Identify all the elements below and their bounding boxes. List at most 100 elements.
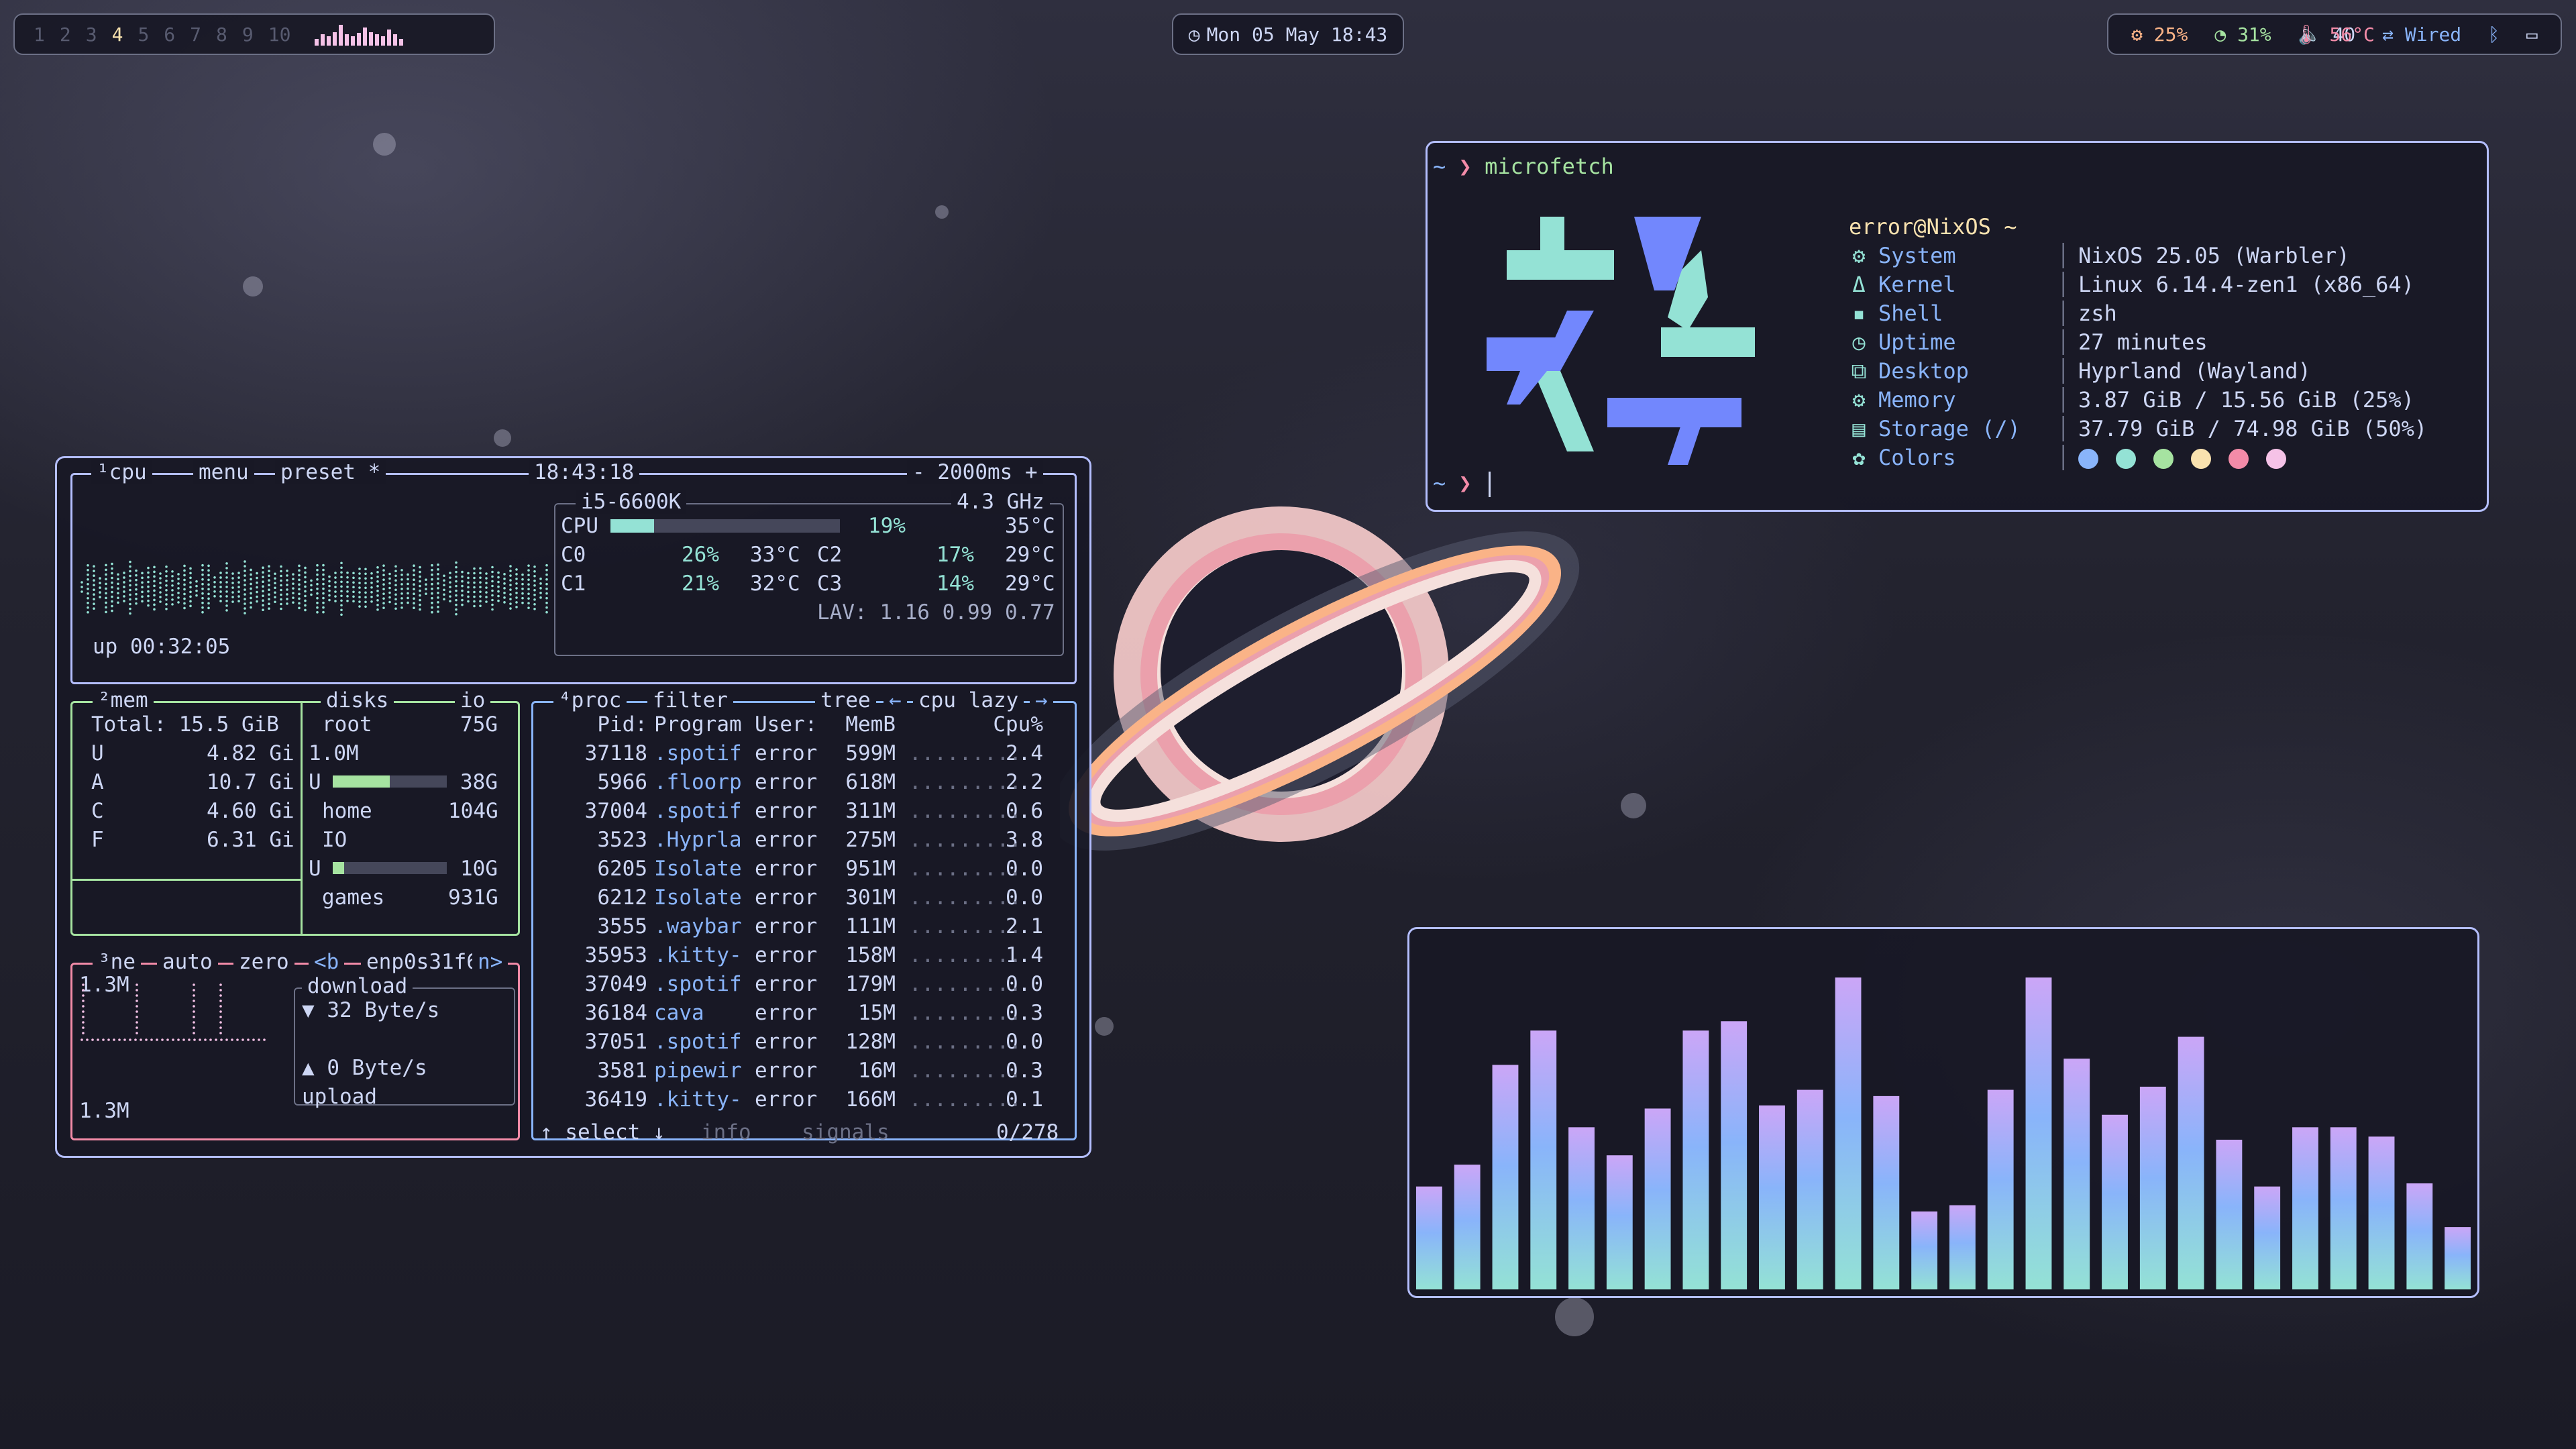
disk-name: home bbox=[322, 799, 372, 823]
cpu-graph-dot bbox=[129, 607, 131, 610]
cpu-graph-dot bbox=[189, 586, 192, 589]
menu-button[interactable]: menu bbox=[193, 460, 254, 484]
sort-next-icon[interactable]: → bbox=[1030, 688, 1053, 712]
cpu-graph-dot bbox=[250, 582, 252, 586]
cpu-graph-dot bbox=[171, 584, 174, 587]
clock-widget[interactable]: ◷ Mon 05 May 18:43 bbox=[1172, 13, 1404, 55]
cpu-graph-dot bbox=[189, 604, 192, 608]
cpu-graph-dot bbox=[153, 570, 156, 574]
cpu-graph-dot bbox=[449, 600, 451, 602]
next-interface-button[interactable]: n> bbox=[472, 950, 508, 974]
workspace-4[interactable]: 4 bbox=[112, 23, 123, 46]
cpu-graph-dot bbox=[129, 602, 131, 606]
signals-button[interactable]: signals bbox=[802, 1120, 890, 1144]
network-box-title[interactable]: ³ne bbox=[93, 950, 141, 974]
audio-visualizer[interactable] bbox=[1407, 927, 2479, 1298]
info-button[interactable]: info bbox=[701, 1120, 751, 1144]
memory-box-title[interactable]: ²mem bbox=[93, 688, 154, 712]
cpu-frequency: 4.3 GHz bbox=[951, 490, 1050, 514]
cpu-graph-dot bbox=[304, 594, 307, 598]
memory-widget[interactable]: ◔ 31% bbox=[2214, 23, 2271, 46]
workspace-5[interactable]: 5 bbox=[138, 23, 149, 46]
spark-bar bbox=[339, 25, 343, 46]
visualizer-bar bbox=[1759, 1105, 1785, 1290]
process-box-title[interactable]: ⁴proc bbox=[553, 688, 627, 712]
filter-button[interactable]: filter bbox=[647, 688, 733, 712]
cpu-graph-dot bbox=[304, 585, 307, 588]
cpu-graph-dot bbox=[497, 590, 500, 593]
info-row-desktop: ⧉ Desktop │ Hyprland (Wayland) bbox=[1849, 357, 2427, 386]
cpu-graph-dot bbox=[503, 582, 506, 585]
microfetch-terminal[interactable]: ~ ❯ microfetch error@NixOS ~ ⚙ System │ Nix… bbox=[1426, 141, 2489, 512]
tree-toggle[interactable]: tree bbox=[815, 688, 876, 712]
workspace-6[interactable]: 6 bbox=[164, 23, 175, 46]
process-cell: 275M bbox=[845, 828, 896, 852]
window-icon: ⧉ bbox=[1851, 358, 1867, 384]
workspace-7[interactable]: 7 bbox=[190, 23, 201, 46]
memory-row-key: A bbox=[91, 770, 104, 794]
cpu-graph-dot bbox=[250, 578, 252, 581]
cpu-graph-dot bbox=[479, 595, 482, 598]
workspaces-bar: 1 2 3 4 5 6 7 8 9 10 bbox=[13, 13, 495, 55]
cpu-graph-dot bbox=[479, 604, 482, 607]
network-widget[interactable]: ⇄ Wired bbox=[2382, 23, 2461, 46]
cpu-graph-dot bbox=[455, 566, 458, 569]
cpu-graph-dot bbox=[394, 565, 397, 568]
workspace-10[interactable]: 10 bbox=[268, 23, 291, 46]
bluetooth-icon[interactable]: ᛒ bbox=[2488, 23, 2500, 46]
cpu-graph-dot bbox=[394, 570, 397, 573]
cpu-graph-dot bbox=[394, 584, 397, 587]
palette-icon: ✿ bbox=[1852, 445, 1866, 470]
cpu-graph-dot bbox=[527, 583, 530, 586]
cpu-graph-dot bbox=[346, 576, 349, 579]
workspace-3[interactable]: 3 bbox=[86, 23, 97, 46]
cpu-graph-dot bbox=[521, 601, 524, 604]
cpu-graph-dot bbox=[340, 613, 343, 616]
previous-interface-button[interactable]: <b bbox=[309, 950, 345, 974]
zero-toggle[interactable]: zero bbox=[233, 950, 294, 974]
power-icon[interactable]: ▭ bbox=[2526, 23, 2538, 46]
cpu-graph-dot bbox=[527, 606, 530, 609]
auto-toggle[interactable]: auto bbox=[157, 950, 218, 974]
preset-button[interactable]: preset * bbox=[275, 460, 386, 484]
cpu-graph-dot bbox=[250, 568, 252, 572]
cpu-box-title[interactable]: ¹cpu bbox=[91, 460, 152, 484]
sort-mode[interactable]: cpu lazy bbox=[913, 688, 1024, 712]
cpu-graph-dot bbox=[382, 588, 385, 590]
net-graph-dot bbox=[193, 1005, 195, 1008]
cpu-graph-dot bbox=[286, 570, 288, 572]
column-header[interactable]: Pid: bbox=[547, 712, 647, 737]
cpu-graph-dot bbox=[509, 607, 512, 610]
workspace-8[interactable]: 8 bbox=[216, 23, 227, 46]
select-label[interactable]: ↑ select ↓ bbox=[540, 1120, 665, 1144]
update-interval[interactable]: - 2000ms + bbox=[907, 460, 1043, 484]
cpu-graph-dot bbox=[388, 582, 391, 585]
cpu-graph-dot bbox=[400, 578, 403, 581]
process-cell: 36184 bbox=[584, 1001, 647, 1025]
cpu-widget[interactable]: ⚙ 25% bbox=[2131, 23, 2188, 46]
column-header[interactable]: MemB bbox=[828, 712, 896, 737]
io-toggle[interactable]: io bbox=[455, 688, 491, 712]
cpu-graph-dot bbox=[479, 572, 482, 574]
temperature-widget[interactable]: 🌡 56°C bbox=[2294, 23, 2375, 46]
sort-prev-icon[interactable]: ← bbox=[883, 688, 907, 712]
workspace-2[interactable]: 2 bbox=[60, 23, 71, 46]
cpu-graph-dot bbox=[431, 606, 433, 609]
input-line[interactable]: ~ ❯ bbox=[1433, 470, 1491, 497]
btop-terminal[interactable]: ¹cpu menu preset * 18:43:18 - 2000ms + u… bbox=[55, 456, 1091, 1158]
cpu-graph-dot bbox=[117, 573, 119, 576]
bg-dot bbox=[935, 205, 949, 219]
cpu-graph-dot bbox=[286, 588, 288, 591]
column-header[interactable]: Cpu% bbox=[969, 712, 1043, 737]
download-rate: ▼ 32 Byte/s bbox=[302, 998, 440, 1022]
workspace-9[interactable]: 9 bbox=[242, 23, 254, 46]
cpu-graph-dot bbox=[413, 569, 415, 572]
column-header[interactable]: Program bbox=[654, 712, 755, 737]
workspace-1[interactable]: 1 bbox=[34, 23, 45, 46]
cpu-graph-dot bbox=[376, 590, 379, 592]
net-graph-dot bbox=[82, 1005, 85, 1008]
net-graph-dot bbox=[219, 1032, 222, 1034]
cpu-graph-dot bbox=[171, 570, 174, 573]
column-header[interactable]: User: bbox=[755, 712, 828, 737]
cpu-graph-dot bbox=[219, 600, 222, 602]
